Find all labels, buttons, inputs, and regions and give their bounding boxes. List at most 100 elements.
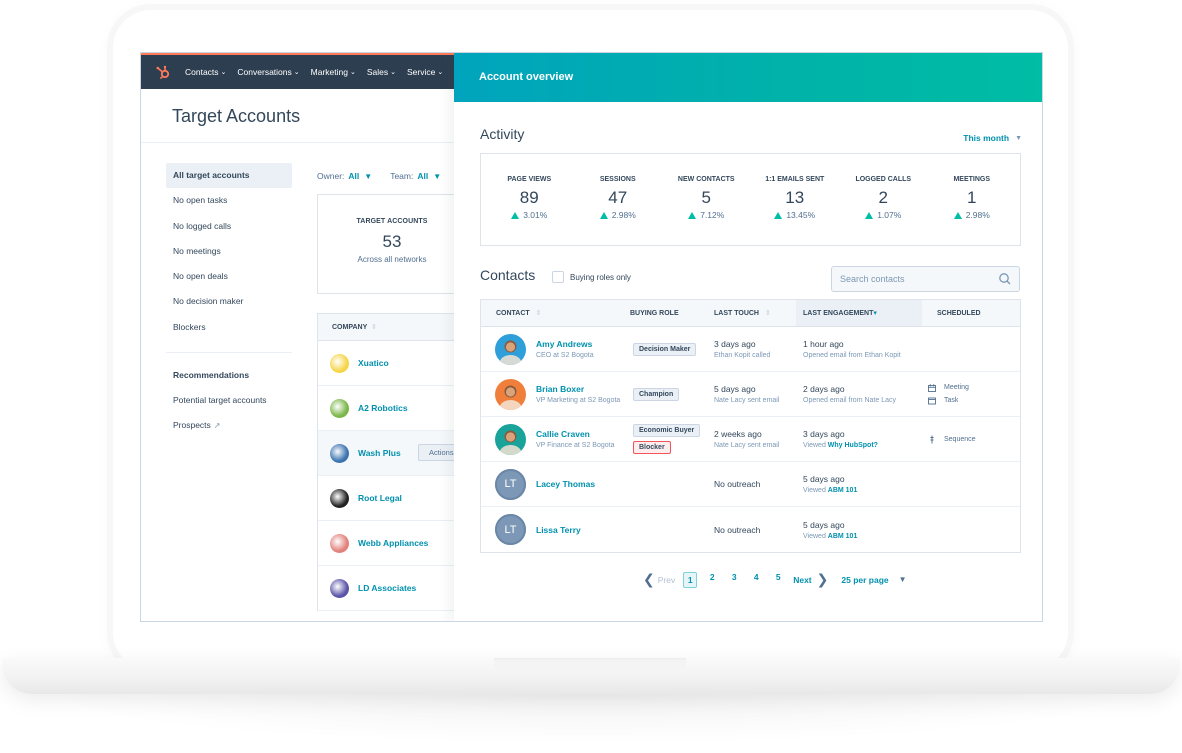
contact-name-link[interactable]: Brian Boxer — [536, 384, 620, 394]
buying-role-tag[interactable]: Economic Buyer — [633, 424, 701, 437]
company-row[interactable]: A2 Robotics — [318, 386, 467, 431]
company-row[interactable]: Root Legal — [318, 476, 467, 521]
company-name-link[interactable]: Xuatico — [358, 358, 389, 368]
buying-role-tag[interactable]: Decision Maker — [633, 342, 697, 356]
column-header-last-engagement[interactable]: LAST ENGAGEMENT▾ — [796, 300, 922, 326]
nav-item-label: Marketing — [310, 67, 348, 77]
company-row[interactable]: Xuatico — [318, 341, 467, 386]
engagement-asset-link[interactable]: Why HubSpot? — [828, 442, 878, 449]
stat-value: 53 — [382, 232, 402, 251]
metric-meetings: MEETINGS 1 2.98% — [928, 154, 1016, 245]
team-filter[interactable]: Team: All ▼ — [390, 171, 441, 181]
nav-item-sales[interactable]: Sales ⌄ — [367, 67, 396, 77]
sidebar-item-no-meetings[interactable]: No meetings — [166, 239, 292, 264]
sidebar-item-no-decision-maker[interactable]: No decision maker — [166, 289, 292, 314]
sidebar-item-prospects[interactable]: Prospects ↗ — [166, 413, 292, 438]
column-label: LAST TOUCH — [714, 310, 759, 317]
contact-name-link[interactable]: Lacey Thomas — [536, 479, 595, 489]
company-column-header[interactable]: COMPANY ⇕ — [318, 313, 467, 341]
metric-label: PAGE VIEWS — [507, 176, 552, 183]
contact-name-link[interactable]: Amy Andrews — [536, 339, 594, 349]
company-row[interactable]: Wash Plus Actions — [318, 431, 467, 476]
engagement-text: Opened email from Nate Lacy — [803, 397, 896, 404]
page-4-button[interactable]: 4 — [749, 572, 763, 588]
nav-item-marketing[interactable]: Marketing ⌄ — [311, 67, 356, 77]
sidebar-item-all-target-accounts[interactable]: All target accounts — [166, 163, 292, 189]
buying-role-cell: Decision Maker — [630, 342, 713, 356]
pagination: ❮ Prev 12345 Next ❯ 25 per page ▼ — [640, 571, 907, 588]
avatar[interactable] — [495, 378, 526, 410]
metric-label: LOGGED CALLS — [855, 176, 912, 183]
per-page-dropdown[interactable]: 25 per page ▼ — [841, 575, 906, 585]
buying-roles-checkbox[interactable]: Buying roles only — [552, 271, 631, 283]
last-engagement-cell: 3 days ago Viewed Why HubSpot? — [796, 429, 922, 449]
sidebar-item-no-open-tasks[interactable]: No open tasks — [166, 188, 292, 213]
company-name-link[interactable]: Root Legal — [358, 493, 402, 503]
company-row[interactable]: Webb Appliances — [318, 521, 467, 566]
avatar[interactable]: LT — [495, 468, 526, 500]
metric-label: 1:1 EMAILS SENT — [765, 176, 825, 183]
sidebar-item-blockers[interactable]: Blockers — [166, 315, 292, 340]
sidebar-item-no-logged-calls[interactable]: No logged calls — [166, 214, 292, 239]
column-label: LAST ENGAGEMENT — [803, 310, 874, 317]
sort-icon: ⇕ — [371, 324, 378, 331]
last-engagement-time: 1 hour ago — [803, 339, 844, 349]
chevron-left-icon[interactable]: ❮ — [643, 571, 655, 588]
trend-up-icon — [511, 211, 520, 219]
sort-descending-icon: ▾ — [873, 310, 877, 317]
column-header-contact[interactable]: CONTACT ⇕ — [481, 300, 630, 326]
sidebar-item-potential-target-accounts[interactable]: Potential target accounts — [166, 388, 292, 413]
scheduled-item-sequence[interactable]: Sequence — [928, 433, 1020, 446]
company-name-link[interactable]: LD Associates — [358, 583, 416, 593]
column-header-last-touch[interactable]: LAST TOUCH ⇕ — [713, 300, 796, 326]
contact-name-link[interactable]: Lissa Terry — [536, 525, 581, 535]
search-contacts[interactable] — [831, 266, 1020, 292]
metric-change-value: 2.98% — [611, 210, 636, 220]
company-logo — [330, 488, 349, 508]
hubspot-logo-icon[interactable] — [155, 64, 171, 80]
page-2-button[interactable]: 2 — [705, 572, 719, 588]
contact-cell: LT Lacey Thomas — [481, 468, 630, 500]
company-name-link[interactable]: Webb Appliances — [358, 538, 428, 548]
nav-item-service[interactable]: Service ⌄ — [407, 67, 443, 77]
next-button[interactable]: Next — [793, 575, 811, 585]
avatar[interactable]: LT — [495, 514, 526, 545]
sidebar-item-no-open-deals[interactable]: No open deals — [166, 264, 292, 289]
contact-name-link[interactable]: Callie Craven — [536, 429, 614, 439]
owner-filter[interactable]: Owner: All ▼ — [317, 171, 372, 181]
scheduled-item-meeting[interactable]: Meeting — [928, 381, 1020, 394]
contact-row: Brian Boxer VP Marketing at S2 Bogota Cham… — [481, 372, 1020, 417]
chevron-right-icon[interactable]: ❯ — [817, 571, 829, 588]
prev-button[interactable]: Prev — [658, 575, 675, 585]
panel-header: Account overview — [454, 53, 1042, 102]
no-outreach-text: No outreach — [714, 479, 761, 489]
column-header-scheduled[interactable]: SCHEDULED — [922, 300, 1020, 326]
engagement-asset-link[interactable]: ABM 101 — [828, 487, 858, 494]
buying-role-tag[interactable]: Champion — [633, 387, 680, 401]
chevron-down-icon: ⌄ — [293, 69, 300, 76]
column-header-buying-role[interactable]: BUYING ROLE — [630, 300, 713, 326]
page-1-button[interactable]: 1 — [683, 571, 698, 588]
buying-role-tag[interactable]: Blocker — [633, 441, 671, 454]
search-input[interactable] — [840, 274, 997, 284]
avatar[interactable] — [495, 423, 526, 455]
contacts-title: Contacts — [480, 267, 536, 283]
nav-item-conversations[interactable]: Conversations ⌄ — [237, 67, 299, 77]
last-engagement-detail: Viewed ABM 101 — [803, 487, 922, 494]
checkbox[interactable] — [552, 271, 564, 283]
page-5-button[interactable]: 5 — [771, 572, 785, 588]
search-icon[interactable] — [997, 271, 1013, 287]
avatar[interactable] — [495, 333, 526, 365]
metric-label: MEETINGS — [953, 176, 991, 183]
period-dropdown[interactable]: This month ▼ — [963, 133, 1022, 143]
company-name-link[interactable]: A2 Robotics — [358, 403, 408, 413]
company-row[interactable]: LD Associates — [318, 566, 467, 611]
stat-label: TARGET ACCOUNTS — [356, 218, 428, 225]
nav-item-contacts[interactable]: Contacts ⌄ — [185, 67, 226, 77]
last-touch-cell: 5 days ago Nate Lacy sent email — [713, 384, 796, 404]
engagement-asset-link[interactable]: ABM 101 — [828, 533, 858, 540]
scheduled-item-task[interactable]: Task — [928, 394, 1020, 407]
page-3-button[interactable]: 3 — [727, 572, 741, 588]
last-touch-cell: No outreach — [713, 525, 796, 535]
company-name-link[interactable]: Wash Plus — [358, 448, 401, 458]
